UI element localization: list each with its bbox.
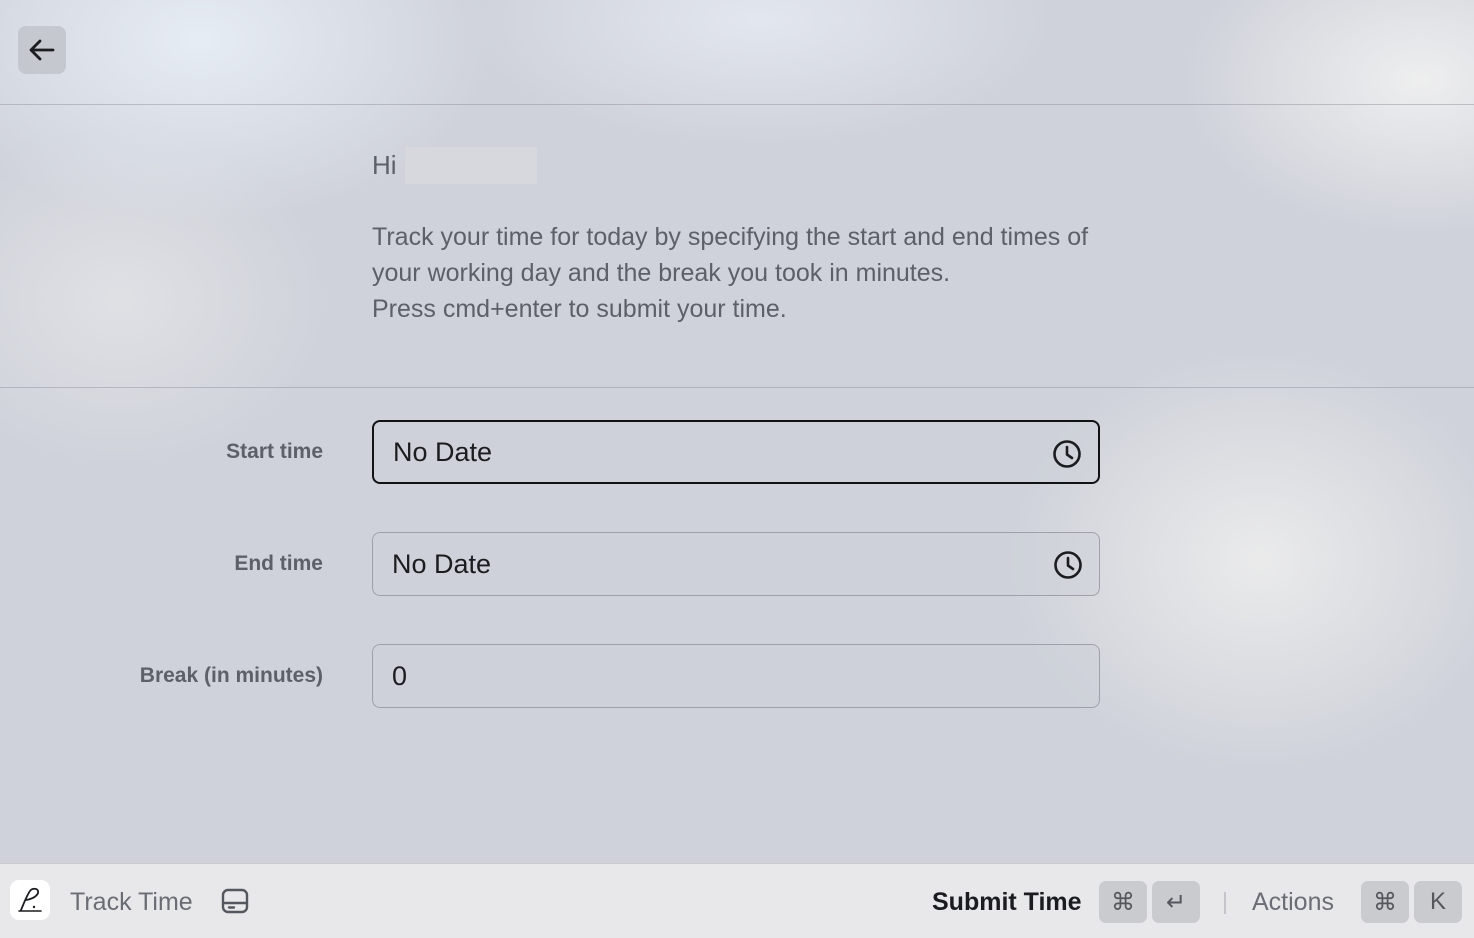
clock-icon[interactable] (1053, 550, 1083, 580)
divider (1224, 892, 1226, 914)
back-button[interactable] (18, 26, 66, 74)
start-time-picker[interactable]: No Date (372, 420, 1100, 484)
break-row: Break (in minutes) 0 (0, 644, 1474, 708)
instructions-line: Track your time for today by specifying … (372, 223, 1089, 287)
greeting: Hi (372, 147, 537, 184)
actions-button[interactable]: Actions (1252, 880, 1334, 924)
submit-time-button[interactable]: Submit Time (932, 880, 1082, 924)
shortcut-key-k: K (1414, 881, 1462, 923)
start-time-label: Start time (226, 440, 323, 463)
break-minutes-input[interactable]: 0 (372, 644, 1100, 708)
start-time-value: No Date (393, 436, 493, 467)
end-time-picker[interactable]: No Date (372, 532, 1100, 596)
end-time-row: End time No Date (0, 532, 1474, 596)
greeting-text: Hi (372, 150, 397, 180)
start-time-row: Start time No Date (0, 420, 1474, 484)
instructions-text: Track your time for today by specifying … (372, 219, 1112, 327)
break-label: Break (in minutes) (139, 664, 323, 687)
shortcut-key-command: ⌘ (1099, 881, 1147, 923)
intro-section: Hi Track your time for today by specifyi… (0, 105, 1474, 388)
clock-icon[interactable] (1052, 439, 1082, 469)
end-time-value: No Date (392, 548, 492, 579)
break-minutes-value: 0 (392, 660, 408, 691)
shortcut-key-command: ⌘ (1361, 881, 1409, 923)
signature-icon (10, 880, 50, 920)
end-time-label: End time (234, 552, 323, 575)
redacted-user-name (404, 147, 537, 184)
command-title: Track Time (70, 887, 193, 916)
hard-drive-icon (221, 888, 249, 914)
instructions-line: Press cmd+enter to submit your time. (372, 295, 787, 323)
shortcut-key-enter: ↵ (1152, 881, 1200, 923)
arrow-left-icon (29, 39, 55, 61)
top-bar (0, 0, 1474, 105)
